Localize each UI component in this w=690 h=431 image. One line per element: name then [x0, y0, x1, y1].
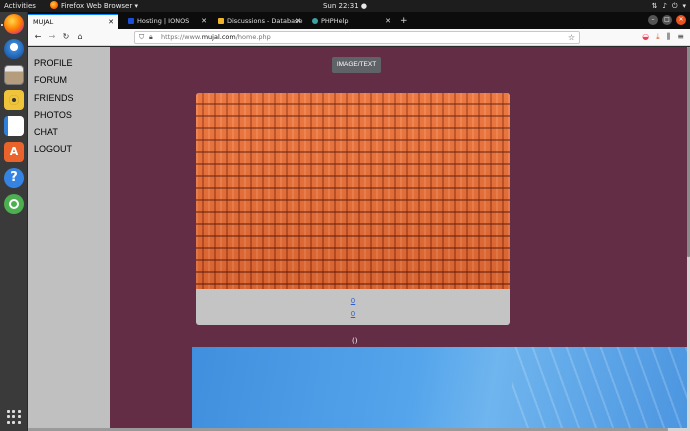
tab-discussions[interactable]: Discussions - Database D ✕: [213, 14, 305, 29]
post-link-2[interactable]: 0: [196, 310, 510, 318]
post-image-2: [192, 347, 690, 428]
forward-icon[interactable]: →: [46, 31, 58, 43]
home-icon[interactable]: ⌂: [74, 31, 86, 43]
system-tray[interactable]: ⇅ ♪ ⏻ ▾: [652, 0, 686, 12]
show-apps-icon[interactable]: [7, 410, 21, 424]
tab-label: Hosting | IONOS: [137, 17, 190, 25]
post-image: [196, 93, 510, 289]
maximize-icon[interactable]: □: [662, 15, 672, 25]
back-icon[interactable]: ←: [32, 31, 44, 43]
phphelp-favicon-icon: [312, 18, 318, 24]
new-tab-button[interactable]: +: [400, 14, 408, 29]
help-icon[interactable]: [4, 168, 24, 188]
pocket-icon[interactable]: ◒: [642, 31, 649, 43]
tab-label: PHPHelp: [321, 17, 349, 25]
volume-icon: ♪: [662, 2, 667, 10]
firefox-icon[interactable]: [4, 14, 24, 34]
chrome-icon[interactable]: [4, 194, 24, 214]
download-icon[interactable]: ⤓: [656, 31, 660, 43]
ionos-favicon-icon: [128, 18, 134, 24]
tab-mujal[interactable]: MUJAL ✕: [28, 14, 118, 29]
tab-phphelp[interactable]: PHPHelp ✕: [307, 14, 395, 29]
writer-icon[interactable]: [4, 116, 24, 136]
system-top-bar: Activities Firefox Web Browser ▾ Sun 22:…: [0, 0, 690, 12]
rhythmbox-icon[interactable]: [4, 90, 24, 110]
web-page: PROFILE FORUM FRIENDS PHOTOS CHAT LOGOUT…: [28, 47, 690, 428]
chevron-down-icon: ▾: [682, 2, 686, 10]
nav-bar: ← → ↻ ⌂ ⛉ 🔒︎ https://www.mujal.com/home.…: [28, 29, 690, 46]
forum-favicon-icon: [218, 18, 224, 24]
reload-icon[interactable]: ↻: [60, 31, 72, 43]
sidebar-item-photos[interactable]: PHOTOS: [28, 109, 110, 126]
files-icon[interactable]: [4, 65, 24, 85]
software-center-icon[interactable]: [4, 142, 24, 162]
post-caption: (): [352, 337, 358, 345]
sidebar-item-friends[interactable]: FRIENDS: [28, 92, 110, 109]
post-card: 0 0: [196, 93, 510, 325]
clock[interactable]: Sun 22:31 ●: [0, 0, 690, 12]
close-icon[interactable]: ✕: [295, 14, 301, 29]
lock-icon[interactable]: 🔒︎: [149, 32, 153, 43]
url-prefix: https://www.: [161, 33, 202, 41]
thunderbird-icon[interactable]: [4, 39, 24, 59]
tracking-shield-icon[interactable]: ⛉: [139, 32, 144, 43]
sidebar-item-logout[interactable]: LOGOUT: [28, 143, 110, 160]
menu-icon[interactable]: ≡: [677, 31, 684, 43]
url-bar[interactable]: ⛉ 🔒︎ https://www.mujal.com/home.php ☆: [134, 31, 580, 44]
image-text-button[interactable]: IMAGE/TEXT: [332, 57, 381, 73]
tab-bar: MUJAL ✕ Hosting | IONOS ✕ Discussions - …: [28, 12, 690, 29]
window-close-icon[interactable]: ✕: [676, 15, 686, 25]
sidebar-item-chat[interactable]: CHAT: [28, 126, 110, 143]
window-controls: – □ ✕: [648, 15, 686, 25]
toolbar-right: ◒ ⤓ ⫼ ≡: [642, 31, 684, 43]
bookmark-star-icon[interactable]: ☆: [568, 32, 575, 43]
library-icon[interactable]: ⫼: [667, 31, 671, 43]
site-sidebar: PROFILE FORUM FRIENDS PHOTOS CHAT LOGOUT: [28, 47, 110, 428]
power-icon: ⏻: [671, 2, 678, 10]
close-icon[interactable]: ✕: [385, 14, 391, 29]
url-path: /home.php: [235, 33, 271, 41]
tab-label: MUJAL: [33, 18, 54, 26]
close-icon[interactable]: ✕: [201, 14, 207, 29]
minimize-icon[interactable]: –: [648, 15, 658, 25]
sidebar-item-forum[interactable]: FORUM: [28, 74, 110, 91]
close-icon[interactable]: ✕: [108, 15, 114, 29]
network-icon: ⇅: [651, 2, 658, 10]
tab-hosting-ionos[interactable]: Hosting | IONOS ✕: [123, 14, 211, 29]
dock: [0, 12, 28, 431]
tab-label: Discussions - Database D: [227, 17, 305, 25]
url-domain: mujal.com: [201, 33, 236, 41]
running-indicator: [1, 24, 3, 26]
post-link-1[interactable]: 0: [196, 297, 510, 305]
sidebar-item-profile[interactable]: PROFILE: [28, 57, 110, 74]
